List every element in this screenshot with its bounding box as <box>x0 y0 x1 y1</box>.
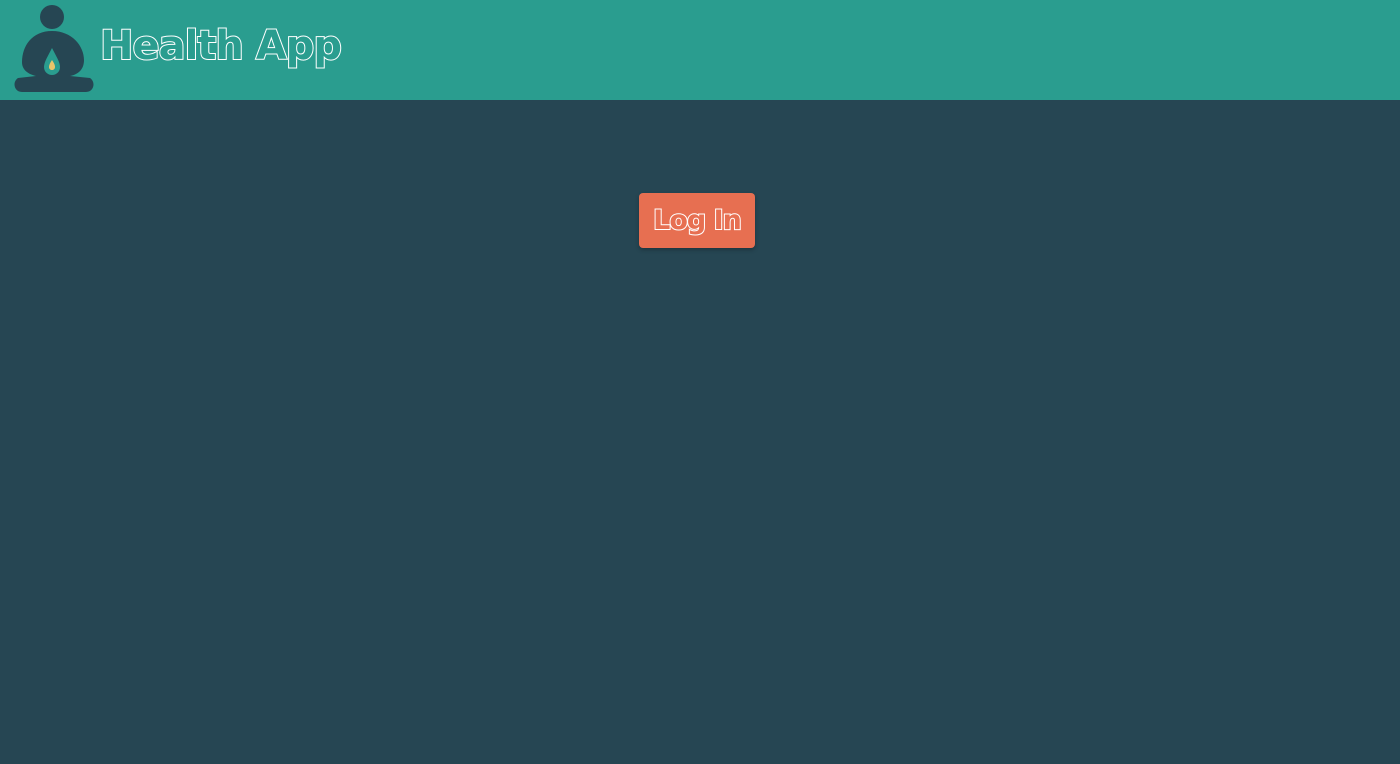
app-header: Health App <box>0 0 1400 100</box>
login-button[interactable]: Log In <box>639 193 755 248</box>
main-content: Log In <box>0 100 1400 764</box>
app-title: Health App <box>99 22 343 70</box>
meditation-figure-icon <box>14 5 94 92</box>
